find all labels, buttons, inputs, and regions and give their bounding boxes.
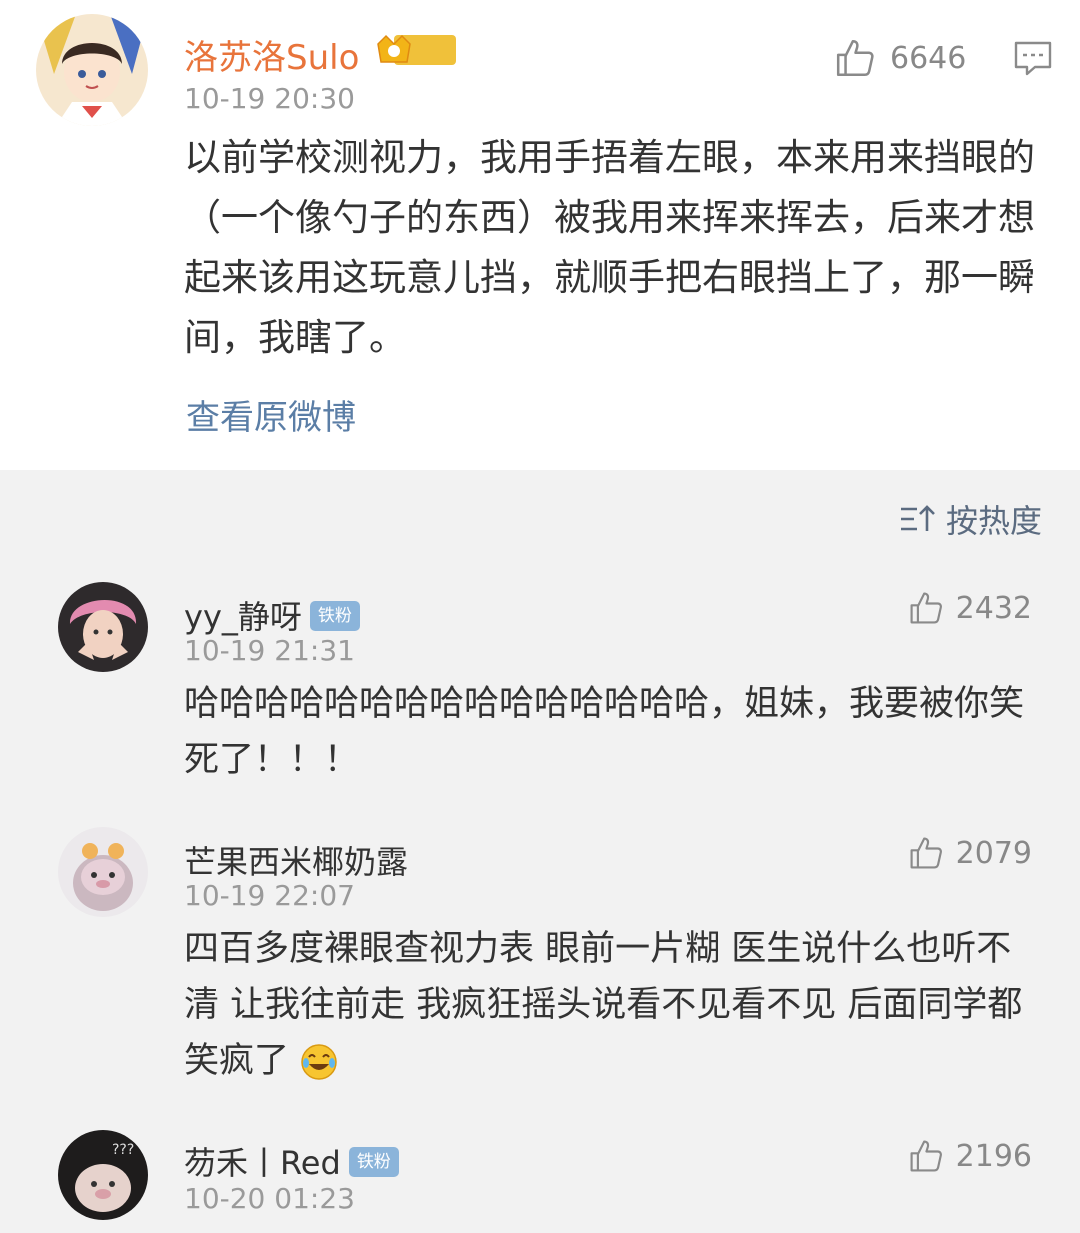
- comment-text: 四百多度裸眼查视力表 眼前一片糊 医生说什么也听不清 让我往前走 我疯狂摇头说看…: [184, 921, 1024, 1089]
- laughing-emoji-icon: [301, 1044, 337, 1080]
- main-post-text: 以前学校测视力，我用手捂着左眼，本来用来挡眼的（一个像勺子的东西）被我用来挥来挥…: [184, 136, 1035, 359]
- main-post-timestamp: 10-19 20:30: [184, 82, 355, 115]
- comment-username[interactable]: yy_静呀 铁粉: [184, 592, 360, 638]
- comment-like-count: 2432: [955, 590, 1032, 626]
- crown-icon: [377, 34, 456, 65]
- main-post-like-button[interactable]: 6646: [834, 36, 966, 80]
- thumbs-up-icon: [908, 590, 944, 626]
- sort-icon: [900, 505, 935, 531]
- comment-like-button[interactable]: 2432: [908, 590, 1032, 626]
- comment-timestamp: 10-20 01:23: [184, 1182, 355, 1215]
- sort-by-hot-button[interactable]: 按热度: [898, 496, 1042, 542]
- svg-text:???: ???: [112, 1142, 134, 1158]
- comment-timestamp: 10-19 22:07: [184, 879, 355, 912]
- comment-like-count: 2079: [955, 835, 1032, 871]
- comment-item: yy_静呀 铁粉 2432 10-19 21:31 哈哈哈哈哈哈哈哈哈哈哈哈哈哈哈…: [0, 570, 1080, 800]
- comment-text: 哈哈哈哈哈哈哈哈哈哈哈哈哈哈哈，姐妹，我要被你笑死了！！！: [184, 684, 1025, 780]
- comment-timestamp: 10-19 21:31: [184, 634, 355, 667]
- thumbs-up-icon: [834, 37, 876, 79]
- comment-avatar[interactable]: [58, 827, 148, 917]
- main-post-username[interactable]: 洛苏洛Sulo: [184, 30, 359, 79]
- comment-avatar[interactable]: ???: [58, 1130, 148, 1220]
- main-post-avatar[interactable]: [36, 14, 148, 126]
- sort-bar: 按热度: [0, 470, 1080, 560]
- fan-badge: 铁粉: [348, 1147, 399, 1177]
- comment-like-count: 2196: [955, 1138, 1032, 1174]
- comment-like-button[interactable]: 2079: [908, 835, 1032, 871]
- comment-username-text: 芴禾丨Red: [184, 1144, 341, 1182]
- comment-username-text: 芒果西米椰奶露: [184, 843, 409, 881]
- comment-icon[interactable]: [1013, 38, 1053, 78]
- comment-item: ??? 芴禾丨Red 铁粉 2196 10-20 01:23: [0, 1118, 1080, 1233]
- thumbs-up-icon: [908, 1138, 944, 1174]
- comment-item: 芒果西米椰奶露 2079 10-19 22:07 四百多度裸眼查视力表 眼前一片…: [0, 815, 1080, 1105]
- comment-avatar[interactable]: [58, 582, 148, 672]
- fan-badge: 铁粉: [309, 601, 360, 631]
- view-original-link[interactable]: 查看原微博: [186, 390, 356, 439]
- thumbs-up-icon: [908, 835, 944, 871]
- comment-username[interactable]: 芴禾丨Red 铁粉: [184, 1138, 399, 1184]
- sort-label: 按热度: [945, 502, 1042, 540]
- main-post: 洛苏洛Sulo 10-19 20:30 6646 以前学校测视力，我用手捂着左眼…: [0, 0, 1080, 470]
- comment-username[interactable]: 芒果西米椰奶露: [184, 837, 408, 883]
- comment-like-button[interactable]: 2196: [908, 1138, 1032, 1174]
- comment-username-text: yy_静呀: [184, 598, 302, 636]
- main-post-like-count: 6646: [890, 40, 967, 76]
